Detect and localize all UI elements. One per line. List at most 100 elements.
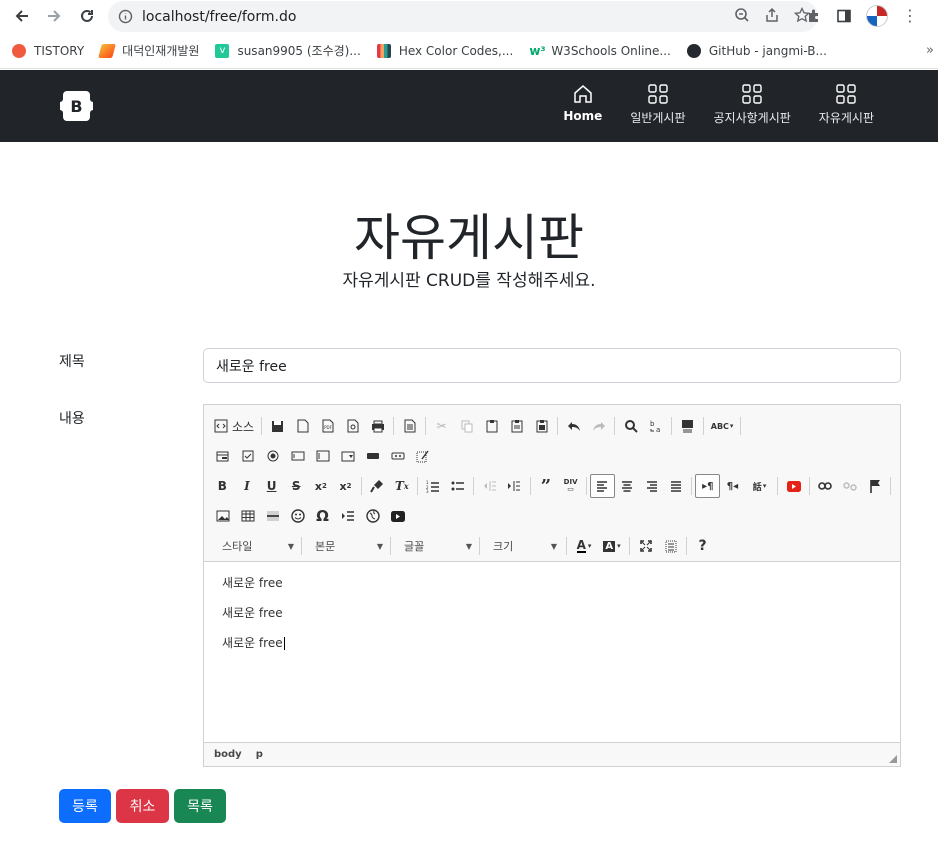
sidepanel-icon[interactable] (836, 8, 852, 24)
editor-paragraph[interactable]: 새로운 free (222, 576, 882, 590)
unlink-icon[interactable] (838, 474, 863, 498)
link-icon[interactable] (813, 474, 838, 498)
smiley-icon[interactable] (285, 504, 310, 528)
cancel-button[interactable]: 취소 (116, 789, 169, 823)
remove-format-icon[interactable]: Tx (389, 474, 414, 498)
style-combo[interactable]: 스타일 ▼ (210, 534, 300, 558)
paste-icon[interactable] (479, 414, 504, 438)
youtube-icon[interactable] (781, 474, 806, 498)
forward-icon[interactable] (42, 4, 66, 28)
image-icon[interactable] (210, 504, 235, 528)
editor-content[interactable]: 새로운 free 새로운 free 새로운 free (204, 562, 900, 742)
paste-text-icon[interactable] (504, 414, 529, 438)
align-center-icon[interactable] (615, 474, 640, 498)
indent-icon[interactable] (502, 474, 527, 498)
numbered-list-icon[interactable]: 123 (421, 474, 446, 498)
source-button[interactable]: 소스 (210, 418, 258, 435)
redo-icon[interactable] (586, 414, 611, 438)
preview-icon[interactable] (340, 414, 365, 438)
table-icon[interactable] (235, 504, 260, 528)
blockquote-icon[interactable]: ” (534, 474, 559, 498)
reload-icon[interactable] (75, 4, 99, 28)
superscript-icon[interactable]: x2 (333, 474, 358, 498)
save-icon[interactable] (265, 414, 290, 438)
align-left-icon[interactable] (589, 474, 615, 498)
templates-icon[interactable] (397, 414, 422, 438)
bg-color-icon[interactable]: A ▾ (598, 534, 626, 558)
div-container-icon[interactable]: DIV ▭ (558, 474, 583, 498)
underline-icon[interactable]: U (259, 474, 284, 498)
bootstrap-logo[interactable]: B (59, 89, 94, 123)
radio-icon[interactable] (260, 444, 285, 468)
text-color-icon[interactable]: A ▾ (570, 534, 598, 558)
align-right-icon[interactable] (639, 474, 664, 498)
paste-word-icon[interactable] (529, 414, 554, 438)
nav-item-notice-board[interactable]: 공지사항게시판 (700, 83, 805, 126)
checkbox-icon[interactable] (235, 444, 260, 468)
export-pdf-icon[interactable]: PDF (315, 414, 340, 438)
nav-item-free-board[interactable]: 자유게시판 (805, 83, 888, 126)
textarea-icon[interactable] (310, 444, 335, 468)
bookmark-item[interactable]: TISTORY (12, 43, 84, 58)
justify-icon[interactable] (664, 474, 689, 498)
video-icon[interactable] (385, 504, 410, 528)
address-bar[interactable]: localhost/free/form.do (108, 1, 818, 32)
title-input[interactable] (203, 348, 901, 383)
select-field-icon[interactable] (335, 444, 360, 468)
kebab-menu-icon[interactable]: ⋮ (902, 8, 918, 24)
spellcheck-icon[interactable]: ABC ▾ (707, 414, 737, 438)
back-icon[interactable] (10, 4, 34, 28)
nav-item-general-board[interactable]: 일반게시판 (616, 83, 699, 126)
path-body[interactable]: body (214, 749, 242, 760)
print-icon[interactable] (365, 414, 390, 438)
button-field-icon[interactable] (360, 444, 385, 468)
replace-icon[interactable]: ba (643, 414, 668, 438)
zoom-icon[interactable] (734, 7, 750, 23)
path-p[interactable]: p (256, 749, 263, 760)
nav-item-home[interactable]: Home (549, 83, 616, 126)
bulleted-list-icon[interactable] (446, 474, 471, 498)
maximize-icon[interactable] (633, 534, 658, 558)
subscript-icon[interactable]: x2 (309, 474, 334, 498)
bookmark-item[interactable]: w³ W3Schools Online... (529, 44, 671, 58)
textfield-icon[interactable] (285, 444, 310, 468)
undo-icon[interactable] (561, 414, 586, 438)
bold-icon[interactable]: B (210, 474, 235, 498)
select-all-icon[interactable] (675, 414, 700, 438)
iframe-globe-icon[interactable] (360, 504, 385, 528)
language-icon[interactable]: 話 ▾ (745, 474, 775, 498)
bookmarks-more[interactable]: » (926, 43, 934, 58)
submit-button[interactable]: 등록 (59, 789, 111, 823)
resize-handle-icon[interactable] (889, 755, 897, 763)
bookmark-item[interactable]: 대덕인재개발원 (98, 42, 199, 59)
copy-icon[interactable] (454, 414, 479, 438)
copy-format-icon[interactable] (365, 474, 390, 498)
special-char-icon[interactable]: Ω (310, 504, 335, 528)
horizontal-line-icon[interactable] (260, 504, 285, 528)
anchor-flag-icon[interactable] (862, 474, 887, 498)
list-button[interactable]: 목록 (174, 789, 226, 823)
show-blocks-icon[interactable] (658, 534, 683, 558)
editor-paragraph[interactable]: 새로운 free (222, 606, 882, 620)
find-icon[interactable] (618, 414, 643, 438)
image-button-icon[interactable] (385, 444, 410, 468)
extensions-icon[interactable] (806, 8, 822, 24)
help-icon[interactable]: ? (690, 534, 715, 558)
page-break-icon[interactable] (335, 504, 360, 528)
rtl-icon[interactable]: ¶◂ (720, 474, 745, 498)
profile-avatar[interactable] (866, 5, 888, 27)
outdent-icon[interactable] (477, 474, 502, 498)
form-icon[interactable] (210, 444, 235, 468)
editor-paragraph-last[interactable]: 새로운 free (222, 636, 882, 650)
info-icon[interactable] (118, 9, 133, 24)
bookmark-item[interactable]: Hex Color Codes,... (376, 43, 513, 58)
italic-icon[interactable]: I (235, 474, 260, 498)
bookmark-item[interactable]: GitHub - jangmi-B... (686, 43, 827, 58)
format-combo[interactable]: 본문 ▼ (303, 534, 389, 558)
strikethrough-icon[interactable]: S (284, 474, 309, 498)
font-combo[interactable]: 글꼴 ▼ (392, 534, 478, 558)
size-combo[interactable]: 크기 ▼ (481, 534, 563, 558)
bookmark-item[interactable]: v susan9905 (조수경)... (215, 42, 361, 59)
ltr-icon[interactable]: ▸¶ (695, 474, 721, 498)
hidden-field-icon[interactable] (410, 444, 435, 468)
